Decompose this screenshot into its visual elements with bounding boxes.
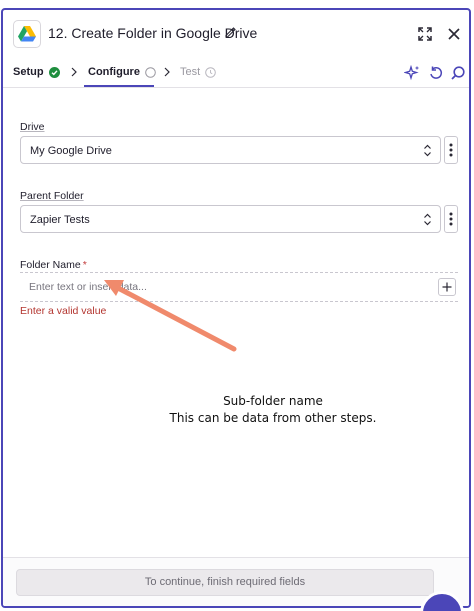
google-drive-icon — [13, 20, 41, 48]
panel-footer: To continue, finish required fields — [3, 557, 469, 606]
configure-form: Drive My Google Drive Parent Folder Zapi… — [3, 89, 469, 557]
tab-test[interactable]: Test — [180, 66, 216, 78]
check-circle-icon — [48, 66, 60, 78]
search-icon[interactable] — [450, 65, 466, 81]
active-tab-indicator — [84, 85, 154, 87]
step-tabs: Setup Configure Test — [3, 60, 469, 88]
parent-folder-label: Parent Folder — [20, 190, 84, 202]
step-panel: 12. Create Folder in Google Drive Setup … — [1, 8, 471, 608]
kebab-icon — [449, 143, 453, 157]
plus-icon — [442, 282, 452, 292]
empty-circle-icon — [145, 66, 156, 78]
parent-folder-select[interactable]: Zapier Tests — [20, 205, 441, 233]
drive-select[interactable]: My Google Drive — [20, 136, 441, 164]
clock-icon — [205, 66, 216, 78]
sparkle-icon[interactable] — [404, 65, 420, 81]
kebab-icon — [449, 212, 453, 226]
annotation-line-1: Sub-folder name — [223, 394, 323, 408]
close-icon[interactable] — [446, 26, 462, 42]
drive-more-options-button[interactable] — [444, 136, 458, 164]
tab-test-label: Test — [180, 66, 201, 78]
folder-name-label: Folder Name * — [20, 259, 87, 271]
parent-folder-more-options-button[interactable] — [444, 205, 458, 233]
undo-icon[interactable] — [428, 65, 444, 81]
chevron-right-icon — [164, 67, 170, 77]
parent-folder-select-value: Zapier Tests — [30, 214, 90, 226]
chevron-updown-icon — [424, 144, 431, 157]
continue-button[interactable]: To continue, finish required fields — [16, 569, 434, 596]
chevron-updown-icon — [424, 213, 431, 226]
drive-label: Drive — [20, 121, 45, 133]
insert-data-button[interactable] — [438, 278, 456, 296]
expand-icon[interactable] — [417, 26, 433, 42]
chevron-right-icon — [71, 67, 77, 77]
annotation-line-2: This can be data from other steps. — [169, 411, 377, 425]
folder-name-placeholder: Enter text or insert data... — [29, 281, 147, 293]
required-marker: * — [82, 259, 87, 271]
annotation-callout: Sub-folder name This can be data from ot… — [163, 393, 383, 427]
panel-header: 12. Create Folder in Google Drive — [3, 10, 469, 58]
folder-name-input[interactable]: Enter text or insert data... — [20, 272, 458, 302]
folder-name-error: Enter a valid value — [20, 305, 107, 317]
tab-configure-label: Configure — [88, 66, 140, 78]
tab-setup[interactable]: Setup — [13, 66, 60, 78]
drive-select-value: My Google Drive — [30, 145, 112, 157]
tab-setup-label: Setup — [13, 66, 44, 78]
tab-configure[interactable]: Configure — [88, 66, 156, 78]
pencil-icon[interactable] — [224, 26, 236, 38]
